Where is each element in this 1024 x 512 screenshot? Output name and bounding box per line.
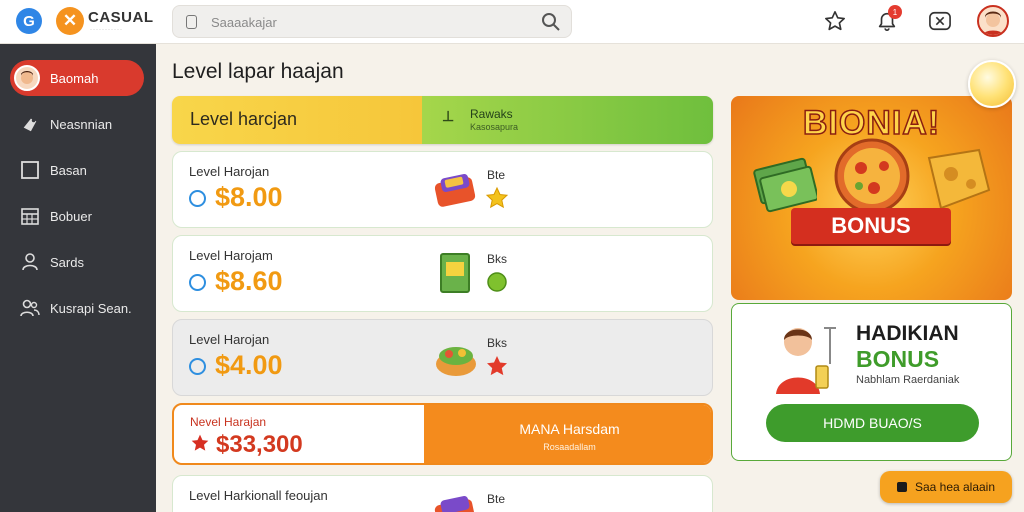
red-star-icon — [190, 433, 210, 458]
controller-icon — [10, 115, 50, 133]
character-icon — [768, 320, 838, 399]
sidebar-item-games[interactable]: Neasnnian — [10, 106, 144, 142]
sidebar-item-label: Kusrapi Sean. — [50, 300, 132, 316]
star-icon — [485, 186, 509, 215]
users-icon — [10, 299, 50, 317]
level-label: Level Harojam — [189, 248, 273, 263]
page-title: Level lapar haajan — [172, 60, 344, 83]
floating-action-button[interactable]: Saa hea alaain — [880, 471, 1012, 503]
level-hero-bar[interactable]: Level harcjan ⊥ Rawaks Kasosapura — [172, 96, 713, 144]
reward-subtitle: Kasosapura — [470, 122, 519, 132]
brand-tagline: ··········· — [90, 27, 123, 33]
cash-stack-icon — [437, 250, 473, 301]
level-card[interactable]: Level Harojan $8.00 Bte — [172, 151, 713, 228]
radio-icon[interactable] — [189, 190, 206, 207]
user-icon — [10, 253, 50, 271]
star-icon[interactable] — [822, 8, 848, 34]
bonus-title: HADIKIAN — [856, 322, 959, 345]
level-card[interactable]: Level Harkionall feoujan Bte — [172, 475, 713, 512]
radio-icon[interactable] — [189, 274, 206, 291]
search-bar[interactable] — [172, 5, 572, 38]
sidebar-item-profile[interactable]: Baomah — [10, 60, 144, 96]
sidebar-item-bobuer[interactable]: Bobuer — [10, 198, 144, 234]
search-input[interactable] — [211, 12, 531, 32]
level-label: Level Harkionall feoujan — [189, 488, 328, 503]
level-label: Nevel Harajan — [190, 415, 267, 429]
sidebar-item-label: Basan — [50, 162, 87, 178]
bonus-card: HADIKIAN BONUS Nabhlam Raerdaniak HDMD B… — [731, 303, 1012, 461]
sidebar-item-users[interactable]: Kusrapi Sean. — [10, 290, 144, 326]
close-box-icon[interactable] — [927, 8, 953, 34]
level-tag: Bte — [487, 492, 506, 506]
hero-title: Level harcjan — [190, 109, 298, 129]
bonus-subtitle: BONUS — [856, 346, 940, 372]
bookmark-icon — [896, 482, 907, 492]
sidebar-item-label: Bobuer — [50, 208, 92, 224]
gold-coin-icon[interactable] — [968, 60, 1016, 108]
calendar-icon — [10, 207, 50, 225]
bonus-promo-banner[interactable]: BIONIA! BONUS — [731, 96, 1012, 300]
reward-marker-icon: ⊥ — [442, 108, 455, 124]
level-tag: Bks — [487, 252, 508, 266]
treasure-chest-icon — [431, 488, 479, 512]
level-label: Level Harojan — [189, 332, 270, 347]
level-tag: Bks — [487, 336, 508, 350]
sidebar-item-sards[interactable]: Sards — [10, 244, 144, 280]
sidebar-item-label: Sards — [50, 254, 84, 270]
level-price: $8.00 — [215, 182, 283, 212]
notification-bell-icon[interactable]: 1 — [874, 5, 902, 34]
bonus-description: Nabhlam Raerdaniak — [856, 374, 960, 386]
floating-action-label: Saa hea alaain — [914, 480, 996, 494]
hero-reward-panel[interactable]: ⊥ Rawaks Kasosapura — [422, 96, 713, 144]
sidebar-item-basan[interactable]: Basan — [10, 152, 144, 188]
notification-badge: 1 — [888, 5, 902, 19]
food-bowl-icon — [431, 334, 481, 383]
search-icon[interactable] — [541, 12, 561, 37]
level-card[interactable]: Level Harojan $4.00 Bks — [172, 319, 713, 396]
featured-level-card[interactable]: Nevel Harajan $33,300 MANA Harsdam Rosaa… — [172, 403, 713, 465]
level-price: $33,300 — [216, 431, 303, 458]
sidebar-avatar — [14, 65, 40, 91]
radio-icon[interactable] — [189, 358, 206, 375]
level-card[interactable]: Level Harojam $8.60 Bks — [172, 235, 713, 312]
top-bar: G ✕ CASUAL ··········· 1 — [0, 0, 1024, 44]
treasure-chest-icon — [431, 166, 479, 213]
level-price: $4.00 — [215, 350, 283, 380]
sidebar-item-label: Baomah — [50, 70, 99, 86]
cta-subtitle: Rosaadallam — [543, 442, 596, 452]
brand-logo-icon: ✕ — [56, 7, 84, 35]
square-icon — [10, 161, 50, 179]
reward-title: Rawaks — [470, 107, 513, 121]
app-logo-icon[interactable]: G — [16, 8, 42, 34]
promo-ribbon-label: BONUS — [831, 213, 911, 238]
sidebar: Baomah Neasnnian Basan Bobuer Sards Kusr… — [0, 44, 156, 512]
hero-left-panel: Level harcjan — [172, 96, 422, 144]
red-star-icon — [485, 354, 509, 383]
level-label: Level Harojan — [189, 164, 270, 179]
sidebar-item-label: Neasnnian — [50, 116, 113, 132]
featured-cta-button[interactable]: MANA Harsdam Rosaadallam — [424, 405, 711, 463]
level-tag: Bte — [487, 168, 506, 182]
level-price: $8.60 — [215, 266, 283, 296]
claim-bonus-button[interactable]: HDMD BUAO/S — [766, 404, 979, 442]
cta-title: MANA Harsdam — [519, 421, 620, 437]
search-scope-icon — [186, 15, 197, 29]
green-gem-icon — [485, 270, 509, 299]
brand-name: CASUAL — [88, 9, 154, 26]
user-avatar[interactable] — [977, 5, 1009, 37]
